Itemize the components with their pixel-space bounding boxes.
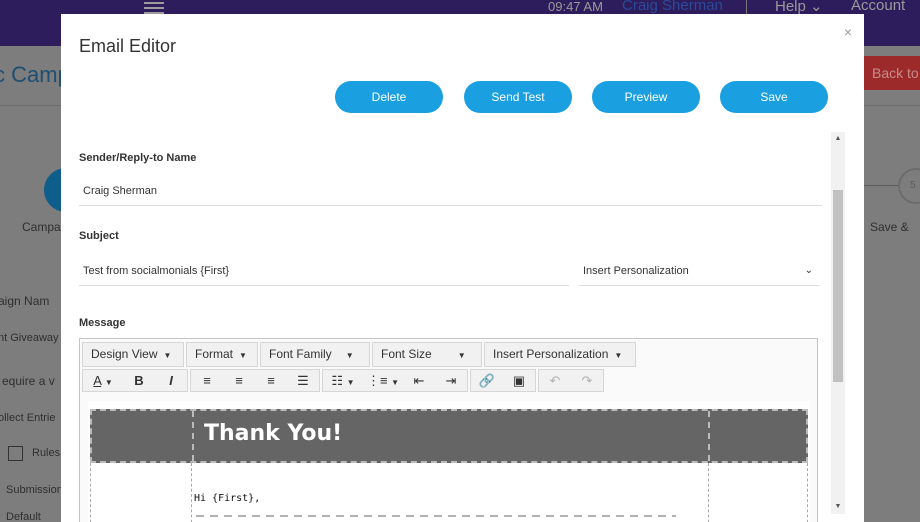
toolbar-group: ↶ ↷ (538, 369, 604, 392)
font-size-dropdown[interactable]: Font Size ▼ (372, 342, 482, 367)
delete-button[interactable]: Delete (335, 81, 443, 113)
caret-down-icon: ▼ (345, 351, 354, 360)
caret-down-icon: ▼ (239, 351, 247, 360)
numbered-list-icon[interactable]: ⋮≡ ▼ (363, 370, 403, 391)
chevron-down-icon: ⌄ (804, 265, 813, 276)
link-icon[interactable]: 🔗 (471, 370, 503, 391)
clock: 09:47 AM (548, 0, 603, 14)
scrollbar-thumb[interactable] (833, 190, 843, 382)
email-header-cell[interactable]: Thank You! (192, 411, 710, 461)
email-editor-modal: Email Editor × Delete Send Test Preview … (61, 14, 864, 522)
insert-personalization-select[interactable]: Insert Personalization ⌄ (579, 256, 819, 286)
user-name[interactable]: Craig Sherman (622, 0, 723, 14)
indent-icon[interactable]: ⇥ (435, 370, 467, 391)
insert-personalization-dropdown[interactable]: Insert Personalization ▼ (484, 342, 636, 367)
subject-field[interactable]: Test from socialmonials {First} (79, 256, 569, 286)
step-connector (864, 185, 898, 186)
editor-toolbar-row: A ▼ B I ≡ ≡ ≡ ☰ ☷ ▼ ⋮≡ ▼ ⇤ ⇥ 🔗 ▣ ↶ ↷ (82, 369, 606, 392)
email-header-text: Thank You! (204, 421, 343, 446)
bullet-list-icon[interactable]: ☷ ▼ (323, 370, 363, 391)
design-view-dropdown[interactable]: Design View ▼ (82, 342, 184, 367)
subject-label: Subject (79, 230, 119, 242)
toolbar-group: ☷ ▼ ⋮≡ ▼ ⇤ ⇥ (322, 369, 468, 392)
font-family-dropdown[interactable]: Font Family ▼ (260, 342, 370, 367)
dropdown-label: Font Size (381, 347, 432, 361)
require-label: equire a v (2, 374, 55, 388)
dropdown-label: Font Family (269, 347, 332, 361)
page-title: c Camp (0, 62, 70, 87)
email-body-text (196, 515, 676, 517)
scroll-down-icon[interactable]: ▼ (831, 500, 845, 514)
campaign-name-value: nt Giveaway (0, 332, 59, 344)
step-label: Campa (22, 220, 61, 234)
email-body-cell[interactable]: Hi {First}, (191, 463, 709, 522)
back-button[interactable]: Back to (864, 56, 920, 90)
modal-scroll-area: Sender/Reply-to Name Craig Sherman Subje… (61, 132, 848, 522)
send-test-button[interactable]: Send Test (464, 81, 572, 113)
editor-toolbar-row: Design View ▼ Format ▼ Font Family ▼ Font S… (82, 342, 638, 367)
toolbar-group: 🔗 ▣ (470, 369, 536, 392)
caret-down-icon: ▼ (163, 351, 172, 360)
text-color-icon[interactable]: A ▼ (83, 370, 123, 391)
sender-name-field[interactable]: Craig Sherman (79, 176, 822, 206)
modal-title: Email Editor (79, 36, 177, 56)
sender-label: Sender/Reply-to Name (79, 152, 197, 164)
preview-button[interactable]: Preview (592, 81, 700, 113)
italic-icon[interactable]: I (155, 370, 187, 391)
bold-icon[interactable]: B (123, 370, 155, 391)
message-label: Message (79, 317, 126, 329)
email-greeting: Hi {First}, (194, 493, 261, 504)
close-icon[interactable]: × (844, 24, 852, 40)
account-menu[interactable]: Account (851, 0, 905, 14)
dropdown-label: Design View (91, 347, 158, 361)
dropdown-label: Insert Personalization (493, 347, 609, 361)
undo-icon[interactable]: ↶ (539, 370, 571, 391)
rich-text-editor: Design View ▼ Format ▼ Font Family ▼ Font S… (79, 338, 818, 522)
dropdown-label: Format (195, 347, 234, 361)
toolbar-group: A ▼ B I (82, 369, 188, 392)
align-left-icon[interactable]: ≡ (191, 370, 223, 391)
collect-label: ollect Entrie (0, 412, 56, 424)
redo-icon[interactable]: ↷ (571, 370, 603, 391)
menu-icon[interactable] (144, 2, 164, 14)
caret-down-icon: ▼ (614, 351, 623, 360)
toolbar-group: ≡ ≡ ≡ ☰ (190, 369, 320, 392)
align-justify-icon[interactable]: ☰ (287, 370, 319, 391)
default-label: Default (6, 511, 41, 522)
scroll-up-icon[interactable]: ▲ (831, 132, 845, 146)
campaign-name-label: aign Nam (0, 294, 50, 308)
divider (746, 0, 747, 14)
outdent-icon[interactable]: ⇤ (403, 370, 435, 391)
help-menu[interactable]: Help ⌄ (775, 0, 823, 15)
rules-label: Rules (32, 447, 61, 459)
email-header-band: Thank You! (90, 409, 808, 463)
rules-checkbox[interactable] (8, 446, 23, 461)
submission-label: Submission (6, 484, 63, 496)
save-button[interactable]: Save (720, 81, 828, 113)
image-icon[interactable]: ▣ (503, 370, 535, 391)
email-body-row: Hi {First}, (90, 463, 808, 522)
align-center-icon[interactable]: ≡ (223, 370, 255, 391)
select-label: Insert Personalization (583, 265, 689, 277)
vertical-scrollbar[interactable]: ▲ ▼ (831, 132, 845, 514)
step-label: Save & (870, 220, 909, 234)
align-right-icon[interactable]: ≡ (255, 370, 287, 391)
email-content-area[interactable]: Thank You! Hi {First}, (88, 401, 810, 522)
caret-down-icon: ▼ (457, 351, 466, 360)
format-dropdown[interactable]: Format ▼ (186, 342, 258, 367)
